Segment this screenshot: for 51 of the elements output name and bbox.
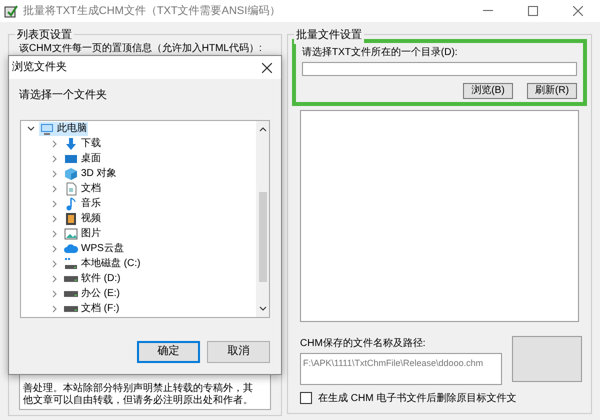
- music-note-icon: [64, 197, 78, 211]
- tree-item[interactable]: 本地磁盘 (C:): [63, 257, 142, 271]
- tree-item[interactable]: 桌面: [63, 152, 102, 166]
- app-icon: [4, 4, 18, 18]
- refresh-button[interactable]: 刷新(R): [527, 82, 577, 98]
- drive-icon: [64, 257, 78, 271]
- tree-item[interactable]: 下载: [63, 137, 102, 151]
- folder-tree[interactable]: 此电脑 下载 桌面 3D 对象 文档 音乐 视频 图片 WPS云盘 本地磁盘 (C:) 软件 (D:) 办公 (E:) 文档 (F:): [20, 120, 270, 318]
- ok-button[interactable]: 确定: [137, 340, 200, 362]
- tree-item[interactable]: WPS云盘: [63, 242, 125, 256]
- cube-icon: [64, 167, 78, 181]
- scroll-down-icon[interactable]: [258, 306, 266, 310]
- window-title: 批量将TXT生成CHM文件（TXT文件需要ANSI编码）: [23, 4, 280, 19]
- group-title: 批量文件设置: [294, 27, 364, 44]
- tree-item[interactable]: 文档 (F:): [63, 302, 120, 316]
- delete-checkbox[interactable]: [300, 392, 312, 404]
- close-icon[interactable]: [262, 62, 272, 72]
- field-label: 请选择TXT文件所在的一个目录(D):: [302, 46, 459, 60]
- scroll-up-icon[interactable]: [258, 126, 266, 132]
- computer-icon: [40, 122, 54, 136]
- checkbox-label: 在生成 CHM 电子书文件后删除原目标文件文: [318, 392, 516, 406]
- drive-icon: [64, 291, 78, 297]
- generate-button[interactable]: [512, 336, 582, 382]
- drive-icon: [64, 306, 78, 312]
- desktop-icon: [64, 152, 78, 166]
- field-label: CHM保存的文件名称及路径:: [300, 336, 427, 350]
- download-arrow-icon: [64, 137, 78, 151]
- scrollbar[interactable]: [256, 120, 269, 316]
- tree-item[interactable]: 软件 (D:): [63, 272, 122, 286]
- tree-item[interactable]: 办公 (E:): [63, 287, 121, 301]
- group-title: 列表页设置: [15, 27, 74, 44]
- collapse-chevron-icon[interactable]: [26, 124, 36, 134]
- document-icon: [64, 182, 78, 196]
- tree-item[interactable]: 文档: [63, 182, 102, 196]
- dialog-prompt: 请选择一个文件夹: [19, 88, 108, 103]
- drive-icon: [64, 276, 78, 282]
- tree-item[interactable]: 图片: [63, 227, 102, 241]
- dialog-title: 浏览文件夹: [12, 60, 67, 76]
- path-text: F:\APK\1111\TxtChmFile\Release\ddooo.chm: [303, 358, 484, 368]
- film-icon: [64, 212, 78, 226]
- tree-item[interactable]: 音乐: [63, 197, 102, 211]
- directory-field[interactable]: [302, 62, 577, 76]
- tree-item[interactable]: 视频: [63, 212, 102, 226]
- browse-button[interactable]: 浏览(B): [463, 82, 513, 98]
- image-icon: [64, 227, 78, 241]
- header-text: 善处理。本站除部分特别声明禁止转载的专稿外，其他文章可以自由转载，但请务必注明原出处和作者。: [23, 383, 254, 407]
- tree-item[interactable]: 此电脑: [39, 122, 88, 136]
- cancel-button[interactable]: 取消: [207, 340, 270, 362]
- path-field[interactable]: F:\APK\1111\TxtChmFile\Release\ddooo.chm: [300, 352, 502, 384]
- tree-item[interactable]: 3D 对象: [63, 167, 118, 181]
- cloud-icon: [64, 242, 78, 256]
